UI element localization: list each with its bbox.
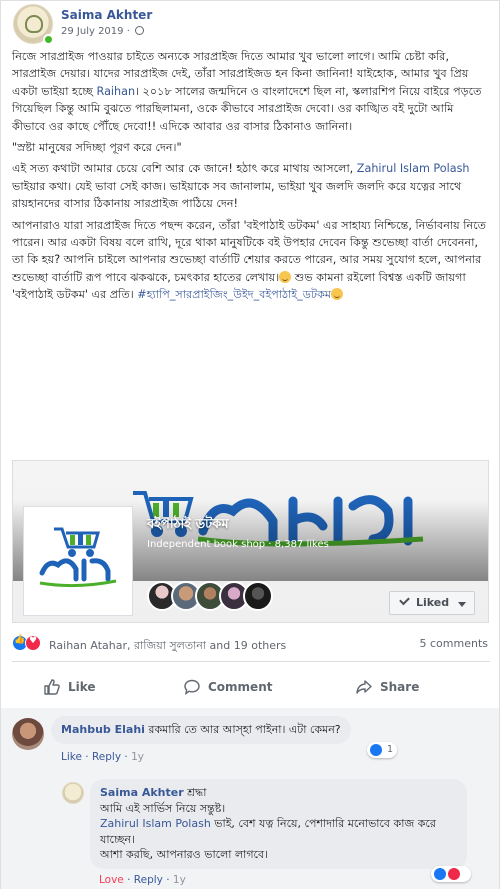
reply-time[interactable]: 1y — [173, 874, 186, 886]
post-paragraph: এই সত্য কথাটা আমার চেয়ে বেশি আর কে জানে… — [12, 160, 490, 212]
post-link[interactable]: Raihan — [97, 85, 136, 98]
comment-bubble: Mahbub Elahi রকমারি তে আর আস্হা পাইনা। এ… — [51, 716, 351, 744]
reply-text-line: আশা করছি, আপনারও ভালো লাগবে। — [100, 848, 269, 861]
reply-love-link[interactable]: Love — [99, 874, 124, 886]
love-reaction-icon — [448, 868, 460, 880]
post-text: এই সত্য কথাটা আমার চেয়ে বেশি আর কে জানে… — [12, 162, 357, 176]
friend-avatar[interactable] — [243, 581, 273, 611]
post-paragraph: "স্রষ্টা মানুষের সদিচ্ছা পূরণ করে দেন।" — [12, 139, 490, 156]
post-date[interactable]: 29 July 2019 — [61, 26, 124, 37]
comments-section: Mahbub Elahi রকমারি তে আর আস্হা পাইনা। এ… — [1, 708, 499, 889]
divider — [12, 661, 490, 662]
like-reaction-icon — [370, 744, 382, 756]
smile-emoji-icon — [331, 288, 344, 301]
reply-text-line: শ্রদ্ধা — [183, 786, 207, 799]
love-reaction-icon[interactable] — [25, 635, 41, 651]
smile-emoji-icon — [279, 270, 292, 283]
reply-reply-link[interactable]: Reply — [134, 874, 163, 886]
reply-bubble: Saima Akhter শ্রদ্ধা আমি এই সার্ভিস নিয়… — [90, 779, 467, 869]
reactions-summary: Raihan Atahar, রাজিয়া সুলতানা and 19 ot… — [12, 634, 490, 654]
author-name[interactable]: Saima Akhter — [61, 8, 152, 22]
comment-like-link[interactable]: Like — [61, 751, 82, 763]
shared-page-preview[interactable]: বইপাঠাই ডটকম Independent book shop · 8,3… — [12, 460, 489, 623]
reply-actions: Love · Reply · 1y — [99, 874, 186, 886]
online-status-icon — [43, 34, 54, 45]
thumbs-up-icon — [44, 679, 60, 695]
post-meta: 29 July 2019 · — [61, 26, 145, 37]
comment-bubble-icon — [184, 679, 200, 695]
post-paragraph: নিজে সারপ্রাইজ পাওয়ার চাইতে অন্যকে সারপ… — [12, 48, 490, 135]
like-reaction-icon — [434, 868, 446, 880]
comment-button[interactable]: Comment — [184, 669, 272, 705]
comment-text: রকমারি তে আর আস্হা পাইনা। এটা কেমন? — [144, 723, 341, 736]
comment-reply-link[interactable]: Reply — [92, 751, 121, 763]
post-header: Saima Akhter 29 July 2019 · — [13, 4, 483, 45]
post-paragraph: আপনারাও যারা সারপ্রাইজ দিতে পছন্দ করেন, … — [12, 217, 490, 304]
post-link[interactable]: #হ্যাপি_সারপ্রাইজিং_উইদ_বইপাঠাই_ডটকম — [137, 288, 331, 301]
commenter-avatar[interactable] — [12, 718, 44, 750]
reply-reaction-icons[interactable] — [431, 866, 471, 882]
share-arrow-icon — [356, 680, 372, 694]
liked-page-button[interactable]: Liked — [389, 591, 475, 615]
comment-reaction-count[interactable]: 1 — [367, 742, 398, 758]
shared-page-subtitle: Independent book shop · 8,387 likes — [147, 539, 329, 550]
page-logo-icon — [39, 527, 117, 588]
reply-text-line: আমি এই সার্ভিস নিয়ে সন্তুষ্ট। — [100, 801, 226, 815]
liked-label: Liked — [416, 596, 450, 609]
check-icon — [399, 594, 410, 606]
post-body: নিজে সারপ্রাইজ পাওয়ার চাইতে অন্যকে সারপ… — [12, 48, 490, 308]
reply-author[interactable]: Saima Akhter — [100, 786, 184, 799]
globe-icon — [135, 26, 145, 35]
reaction-names[interactable]: Raihan Atahar, রাজিয়া সুলতানা and 19 ot… — [49, 637, 286, 656]
reply-author-avatar[interactable] — [62, 782, 84, 804]
page-profile-picture[interactable] — [23, 506, 133, 616]
comment-author[interactable]: Mahbub Elahi — [61, 723, 145, 736]
post-text: ভাইয়ার কথা। যেই ভাবা সেই কাজ। ভাইয়াকে … — [12, 179, 462, 211]
comments-count[interactable]: 5 comments — [420, 637, 489, 650]
comment-actions: Like · Reply · 1y — [61, 751, 144, 763]
post-text: "স্রষ্টা মানুষের সদিচ্ছা পূরণ করে দেন।" — [12, 141, 182, 155]
caret-down-icon — [458, 602, 466, 607]
like-button[interactable]: Like — [44, 669, 96, 705]
comment-time[interactable]: 1y — [131, 751, 144, 763]
share-button[interactable]: Share — [356, 669, 419, 705]
reply-mention-link[interactable]: Zahirul Islam Polash — [100, 817, 211, 830]
post-card: Saima Akhter 29 July 2019 · নিজে সারপ্রা… — [0, 0, 500, 889]
post-action-bar: Like Comment Share — [12, 669, 490, 705]
post-link[interactable]: Zahirul Islam Polash — [357, 162, 470, 175]
shared-page-name[interactable]: বইপাঠাই ডটকম — [147, 515, 229, 536]
